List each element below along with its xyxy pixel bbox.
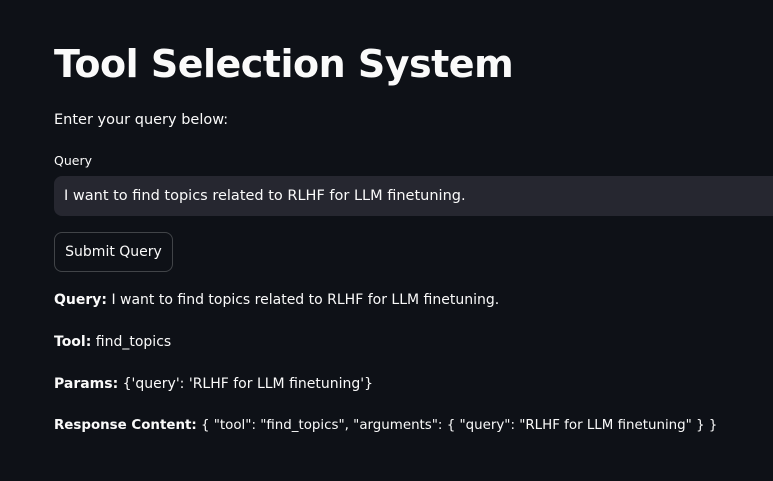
result-response: Response Content: { "tool": "find_topics… — [54, 416, 717, 436]
result-query: Query: I want to find topics related to … — [54, 290, 499, 310]
result-params: Params: {'query': 'RLHF for LLM finetuni… — [54, 374, 373, 394]
result-tool-label: Tool: — [54, 334, 92, 350]
result-tool-value: find_topics — [91, 334, 172, 350]
result-params-value: {'query': 'RLHF for LLM finetuning'} — [118, 376, 374, 392]
result-response-value: { "tool": "find_topics", "arguments": { … — [196, 418, 718, 433]
main-content: Tool Selection System Enter your query b… — [0, 0, 773, 481]
result-response-label: Response Content: — [54, 418, 197, 433]
submit-query-button[interactable]: Submit Query — [54, 232, 173, 272]
result-query-label: Query: — [54, 292, 107, 308]
result-query-value: I want to find topics related to RLHF fo… — [107, 292, 500, 308]
query-field-label: Query — [54, 153, 92, 168]
result-tool: Tool: find_topics — [54, 332, 171, 352]
page-title: Tool Selection System — [54, 42, 514, 86]
query-input[interactable] — [54, 176, 773, 216]
intro-text: Enter your query below: — [54, 112, 229, 128]
result-params-label: Params: — [54, 376, 119, 392]
